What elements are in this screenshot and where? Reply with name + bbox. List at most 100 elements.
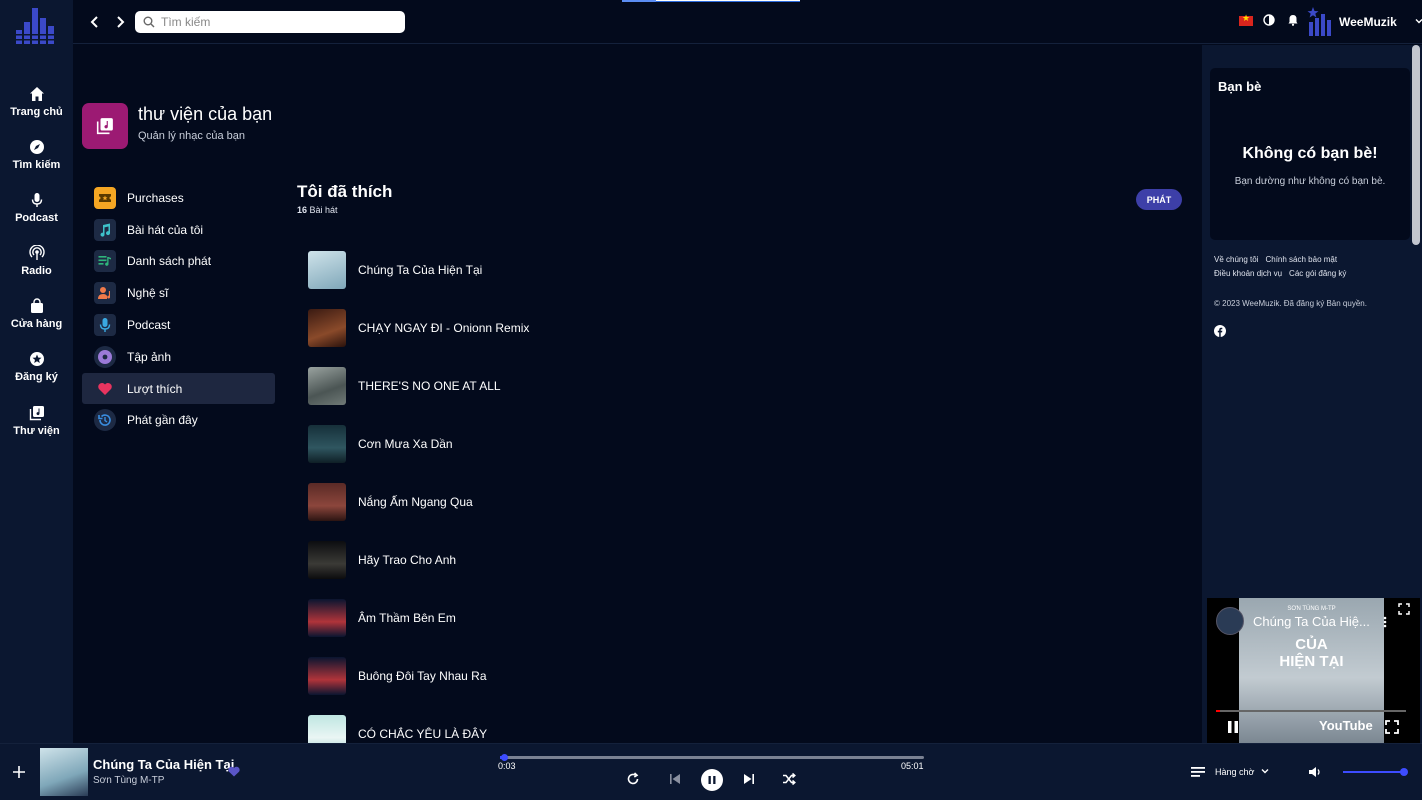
song-row[interactable]: CHẠY NGAY ĐI - Onionn Remix — [308, 308, 828, 348]
library-icon — [29, 406, 44, 421]
bell-icon[interactable] — [1287, 14, 1299, 26]
video-title[interactable]: Chúng Ta Của Hiệ... — [1253, 614, 1370, 629]
ticket-icon — [94, 187, 116, 209]
category-albums[interactable]: Tập ảnh — [82, 341, 275, 372]
song-row[interactable]: THERE'S NO ONE AT ALL — [308, 366, 828, 406]
song-cover — [308, 483, 346, 521]
song-title: Cơn Mưa Xa Dần — [358, 437, 453, 451]
vietnam-flag-icon[interactable] — [1239, 13, 1253, 26]
add-icon[interactable] — [12, 765, 26, 779]
category-purchases[interactable]: Purchases — [82, 182, 275, 213]
song-title: THERE'S NO ONE AT ALL — [358, 379, 501, 393]
chevron-down-icon[interactable] — [1415, 17, 1422, 25]
search-box[interactable] — [135, 11, 405, 33]
liked-count-number: 16 — [297, 205, 308, 215]
song-row[interactable]: Buông Đôi Tay Nhau Ra — [308, 656, 828, 696]
nav-store[interactable]: Cửa hàng — [0, 298, 73, 348]
repeat-icon[interactable] — [626, 772, 640, 786]
forward-arrow-icon[interactable] — [110, 12, 130, 32]
footer-link-privacy[interactable]: Chính sách bảo mật — [1265, 255, 1337, 264]
user-avatar-logo-icon[interactable] — [1305, 6, 1335, 36]
volume-icon[interactable] — [1308, 766, 1322, 778]
video-artist-caption: SƠN TÙNG M-TP — [1287, 606, 1336, 612]
seek-bar[interactable] — [500, 754, 924, 761]
heart-icon — [94, 378, 116, 400]
search-input[interactable] — [161, 13, 399, 31]
username[interactable]: WeeMuzik — [1339, 15, 1397, 29]
next-track-icon[interactable] — [743, 772, 755, 786]
footer-links-row-2: Điều khoản dịch vụ Các gói đăng ký — [1214, 269, 1353, 278]
friends-card: Bạn bè Không có bạn bè! Bạn dường như kh… — [1210, 68, 1410, 240]
song-title: CHẠY NGAY ĐI - Onionn Remix — [358, 321, 530, 335]
logo-icon[interactable] — [16, 8, 56, 44]
song-row[interactable]: Hãy Trao Cho Anh — [308, 540, 828, 580]
footer-link-terms[interactable]: Điều khoản dịch vụ — [1214, 269, 1282, 278]
liked-song-count: 16 Bài hát — [297, 205, 338, 215]
now-playing-title[interactable]: Chúng Ta Của Hiện Tại — [93, 757, 234, 772]
song-cover — [308, 541, 346, 579]
category-my-songs[interactable]: Bài hát của tôi — [82, 214, 275, 245]
volume-slider-handle[interactable] — [1399, 768, 1408, 776]
nav-radio-label: Radio — [21, 265, 52, 277]
category-recently-played[interactable]: Phát gần đây — [82, 404, 275, 435]
song-title: Chúng Ta Của Hiện Tại — [358, 263, 483, 277]
more-options-icon[interactable] — [1383, 616, 1387, 628]
right-panel-scrollbar[interactable] — [1412, 45, 1420, 245]
nav-subscribe-label: Đăng ký — [15, 371, 58, 383]
nav-subscribe[interactable]: Đăng ký — [0, 351, 73, 401]
microphone-icon — [94, 314, 116, 336]
footer-link-plans[interactable]: Các gói đăng ký — [1289, 269, 1346, 278]
youtube-logo[interactable]: YouTube — [1319, 718, 1373, 733]
pause-icon[interactable] — [1227, 720, 1239, 734]
playlist-icon — [94, 250, 116, 272]
song-row[interactable]: Âm Thầm Bên Em — [308, 598, 828, 638]
back-arrow-icon[interactable] — [85, 12, 105, 32]
friends-empty-title: Không có bạn bè! — [1242, 145, 1378, 162]
play-all-button[interactable]: PHÁT — [1136, 189, 1182, 210]
song-cover — [308, 425, 346, 463]
category-podcast[interactable]: Podcast — [82, 309, 275, 340]
song-row[interactable]: CÓ CHẮC YÊU LÀ ĐÂY — [308, 714, 828, 743]
category-likes[interactable]: Lượt thích — [82, 373, 275, 404]
microphone-icon — [31, 193, 42, 207]
nav-library[interactable]: Thư viện — [0, 405, 73, 455]
nav-podcast[interactable]: Podcast — [0, 192, 73, 242]
nav-home[interactable]: Trang chủ — [0, 86, 73, 136]
category-playlists[interactable]: Danh sách phát — [82, 245, 275, 276]
history-icon — [94, 409, 116, 431]
left-nav: Trang chủ Tìm kiếm Podcast Radio Cửa hàn… — [0, 0, 73, 743]
expand-icon[interactable] — [1398, 603, 1410, 615]
facebook-icon[interactable] — [1214, 325, 1226, 337]
video-mini-player[interactable]: SƠN TÙNG M-TP CỦA HIỆN TẠI Chúng Ta Của … — [1207, 598, 1420, 743]
now-playing-artist[interactable]: Sơn Tùng M-TP — [93, 775, 164, 786]
previous-track-icon[interactable] — [669, 772, 681, 786]
song-row[interactable]: Cơn Mưa Xa Dần — [308, 424, 828, 464]
main-content: thư viện của bạn Quản lý nhạc của bạn Pu… — [73, 45, 1202, 743]
footer-link-about[interactable]: Về chúng tôi — [1214, 255, 1258, 264]
song-cover — [308, 251, 346, 289]
category-artists[interactable]: Nghệ sĩ — [82, 277, 275, 308]
seek-bar-handle[interactable] — [501, 754, 509, 761]
volume-slider[interactable] — [1343, 768, 1408, 776]
fullscreen-icon[interactable] — [1385, 720, 1399, 734]
heart-icon[interactable] — [228, 766, 240, 777]
theme-toggle-icon[interactable] — [1263, 14, 1275, 26]
video-big-title-line1: CỦA — [1295, 636, 1328, 653]
queue-list-icon — [1191, 767, 1205, 777]
play-pause-button[interactable] — [701, 769, 723, 791]
song-row[interactable]: Nắng Ấm Ngang Qua — [308, 482, 828, 522]
current-time: 0:03 — [498, 761, 516, 771]
nav-radio[interactable]: Radio — [0, 245, 73, 295]
artist-icon — [94, 282, 116, 304]
library-icon — [96, 118, 113, 135]
song-row[interactable]: Chúng Ta Của Hiện Tại — [308, 250, 828, 290]
nav-search[interactable]: Tìm kiếm — [0, 139, 73, 189]
now-playing-cover[interactable] — [40, 748, 88, 796]
chevron-down-icon — [1261, 769, 1269, 774]
shuffle-icon[interactable] — [782, 772, 796, 786]
right-panel: Bạn bè Không có bạn bè! Bạn dường như kh… — [1202, 45, 1422, 743]
video-progress-bar[interactable] — [1216, 710, 1406, 712]
footer-links-row-1: Về chúng tôi Chính sách bảo mật — [1214, 255, 1344, 264]
video-channel-avatar[interactable] — [1216, 607, 1244, 635]
category-label: Danh sách phát — [127, 254, 212, 268]
